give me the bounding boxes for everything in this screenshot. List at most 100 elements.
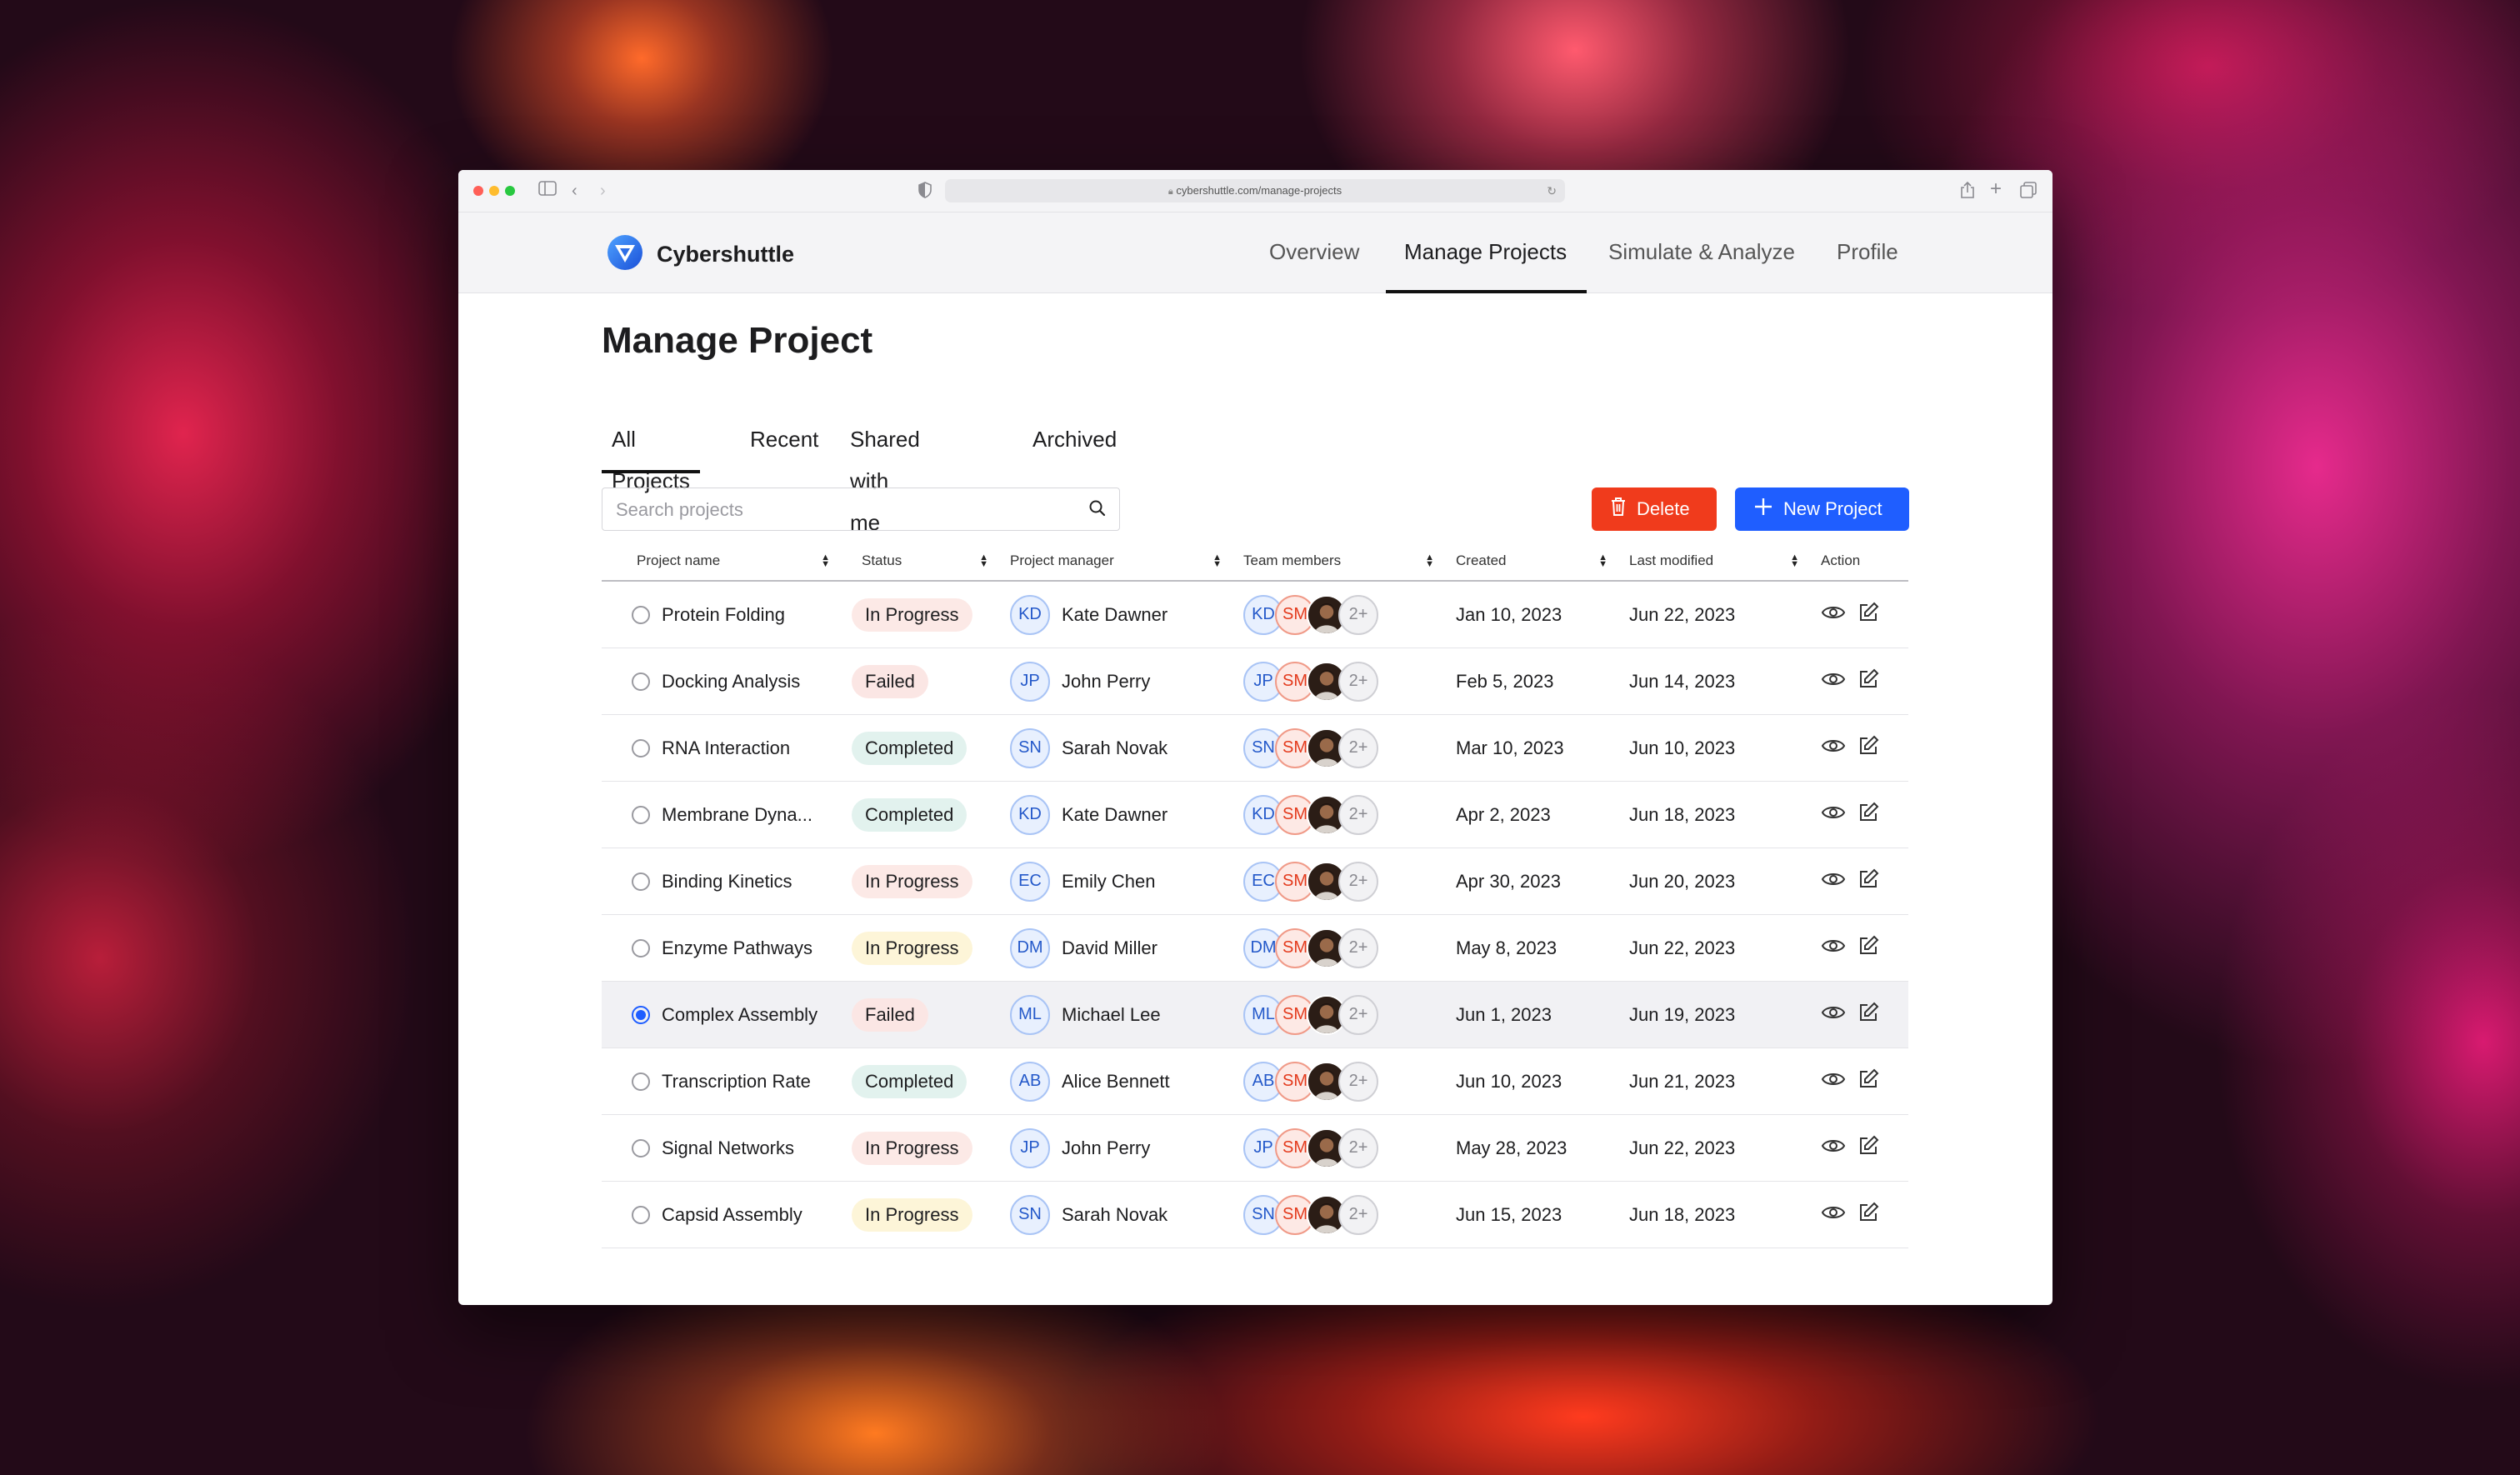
sort-icon[interactable]: ▲ ▼	[979, 553, 988, 569]
avatar: SN	[1010, 1194, 1050, 1235]
table-row[interactable]: RNA Interaction Completed SN Sarah Novak SN S…	[602, 714, 1908, 782]
table-row[interactable]: Binding Kinetics In Progress EC Emily Chen E…	[602, 848, 1908, 915]
row-select-radio[interactable]	[632, 606, 650, 625]
search-icon[interactable]	[1088, 498, 1108, 522]
reload-icon[interactable]: ↻	[1547, 179, 1557, 202]
view-eye-icon[interactable]	[1821, 1203, 1846, 1227]
cell-created: May 28, 2023	[1456, 1114, 1629, 1182]
nav-overview[interactable]: Overview	[1269, 212, 1359, 292]
sort-icon[interactable]: ▲ ▼	[821, 553, 830, 569]
view-eye-icon[interactable]	[1821, 1003, 1846, 1027]
maximize-window-button[interactable]	[505, 186, 515, 196]
view-eye-icon[interactable]	[1821, 1070, 1846, 1093]
tab-archived[interactable]: Archived	[1032, 418, 1117, 460]
close-window-button[interactable]	[473, 186, 483, 196]
edit-icon[interactable]	[1858, 1135, 1879, 1162]
project-name[interactable]: Complex Assembly	[662, 1004, 818, 1025]
edit-icon[interactable]	[1858, 935, 1879, 962]
edit-icon[interactable]	[1858, 868, 1879, 895]
view-eye-icon[interactable]	[1821, 870, 1846, 893]
nav-manage-projects[interactable]: Manage Projects	[1385, 212, 1588, 293]
team-avatars[interactable]: JP SM 2+	[1243, 1127, 1393, 1170]
page-title: Manage Project	[602, 320, 873, 361]
row-select-radio[interactable]	[632, 1206, 650, 1225]
team-avatars[interactable]: DM SM 2+	[1243, 927, 1393, 970]
table-row[interactable]: Capsid Assembly In Progress SN Sarah Novak S…	[602, 1181, 1908, 1248]
minimize-window-button[interactable]	[489, 186, 499, 196]
edit-icon[interactable]	[1858, 1002, 1879, 1028]
table-row[interactable]: Enzyme Pathways In Progress DM David Miller…	[602, 914, 1908, 982]
view-eye-icon[interactable]	[1821, 1137, 1846, 1160]
col-status[interactable]: Status ▲ ▼	[852, 542, 1010, 582]
sort-icon[interactable]: ▲ ▼	[1598, 553, 1608, 569]
delete-button[interactable]: Delete	[1592, 488, 1717, 531]
view-eye-icon[interactable]	[1821, 737, 1846, 760]
address-bar[interactable]: 🔒︎ cybershuttle.com/manage-projects ↻	[945, 179, 1565, 202]
row-select-radio[interactable]	[632, 872, 650, 892]
privacy-shield-icon[interactable]	[918, 182, 932, 204]
edit-icon[interactable]	[1858, 735, 1879, 762]
row-select-radio[interactable]	[632, 672, 650, 692]
sort-icon[interactable]: ▲ ▼	[1425, 553, 1434, 569]
team-avatars[interactable]: AB SM 2+	[1243, 1060, 1393, 1103]
project-name[interactable]: Enzyme Pathways	[662, 938, 812, 958]
project-name[interactable]: Capsid Assembly	[662, 1204, 802, 1225]
team-avatars[interactable]: KD SM 2+	[1243, 593, 1393, 637]
team-avatars[interactable]: EC SM 2+	[1243, 860, 1393, 903]
brand[interactable]: Cybershuttle	[607, 234, 794, 275]
table-row[interactable]: Transcription Rate Completed AB Alice Benne…	[602, 1048, 1908, 1115]
search-input[interactable]	[614, 488, 1068, 531]
row-select-radio[interactable]	[632, 939, 650, 958]
cell-action	[1821, 648, 1908, 715]
view-eye-icon[interactable]	[1821, 937, 1846, 960]
row-select-radio[interactable]	[632, 806, 650, 825]
project-name[interactable]: Binding Kinetics	[662, 871, 792, 892]
col-project-manager[interactable]: Project manager ▲ ▼	[1010, 542, 1243, 582]
project-name[interactable]: Transcription Rate	[662, 1071, 811, 1092]
sidebar-toggle-icon[interactable]	[538, 180, 557, 202]
edit-icon[interactable]	[1858, 602, 1879, 628]
new-tab-icon[interactable]: +	[1990, 178, 2002, 200]
team-avatars[interactable]: SN SM 2+	[1243, 727, 1393, 770]
new-project-button[interactable]: New Project	[1735, 488, 1909, 531]
row-select-radio[interactable]	[632, 739, 650, 758]
col-project-name[interactable]: Project name ▲ ▼	[602, 542, 852, 582]
nav-simulate-analyze[interactable]: Simulate & Analyze	[1608, 212, 1795, 292]
table-row[interactable]: Protein Folding In Progress KD Kate Dawner K…	[602, 581, 1908, 648]
row-select-radio[interactable]	[632, 1139, 650, 1158]
sort-icon[interactable]: ▲ ▼	[1212, 553, 1222, 569]
tab-overview-icon[interactable]	[2020, 182, 2037, 204]
project-name[interactable]: Docking Analysis	[662, 671, 800, 692]
project-name[interactable]: Protein Folding	[662, 604, 785, 625]
tab-recent[interactable]: Recent	[750, 418, 818, 460]
nav-profile[interactable]: Profile	[1837, 212, 1898, 292]
forward-icon[interactable]: ›	[600, 180, 606, 202]
view-eye-icon[interactable]	[1821, 670, 1846, 693]
team-avatars[interactable]: KD SM 2+	[1243, 793, 1393, 837]
view-eye-icon[interactable]	[1821, 603, 1846, 627]
edit-icon[interactable]	[1858, 802, 1879, 828]
project-name[interactable]: Membrane Dyna...	[662, 804, 812, 825]
edit-icon[interactable]	[1858, 668, 1879, 695]
row-select-radio[interactable]	[632, 1006, 650, 1025]
table-row[interactable]: Signal Networks In Progress JP John Perry JP…	[602, 1114, 1908, 1182]
table-row[interactable]: Docking Analysis Failed JP John Perry JP SM 2+…	[602, 648, 1908, 715]
team-avatars[interactable]: JP SM 2+	[1243, 660, 1393, 703]
project-name[interactable]: Signal Networks	[662, 1138, 794, 1158]
view-eye-icon[interactable]	[1821, 803, 1846, 827]
edit-icon[interactable]	[1858, 1202, 1879, 1228]
sort-icon[interactable]: ▲ ▼	[1790, 553, 1799, 569]
col-last-modified[interactable]: Last modified ▲ ▼	[1629, 542, 1821, 582]
team-avatars[interactable]: ML SM 2+	[1243, 993, 1393, 1037]
cell-last-modified: Jun 18, 2023	[1629, 781, 1821, 848]
col-created[interactable]: Created ▲ ▼	[1456, 542, 1629, 582]
table-row[interactable]: Membrane Dyna... Completed KD Kate Dawner KD…	[602, 781, 1908, 848]
edit-icon[interactable]	[1858, 1068, 1879, 1095]
table-row[interactable]: Complex Assembly Failed ML Michael Lee ML SM 2…	[602, 981, 1908, 1048]
row-select-radio[interactable]	[632, 1072, 650, 1092]
project-name[interactable]: RNA Interaction	[662, 738, 790, 758]
team-avatars[interactable]: SN SM 2+	[1243, 1193, 1393, 1237]
back-icon[interactable]: ‹	[572, 180, 578, 202]
share-icon[interactable]	[1960, 181, 1975, 205]
col-team-members[interactable]: Team members ▲ ▼	[1243, 542, 1456, 582]
